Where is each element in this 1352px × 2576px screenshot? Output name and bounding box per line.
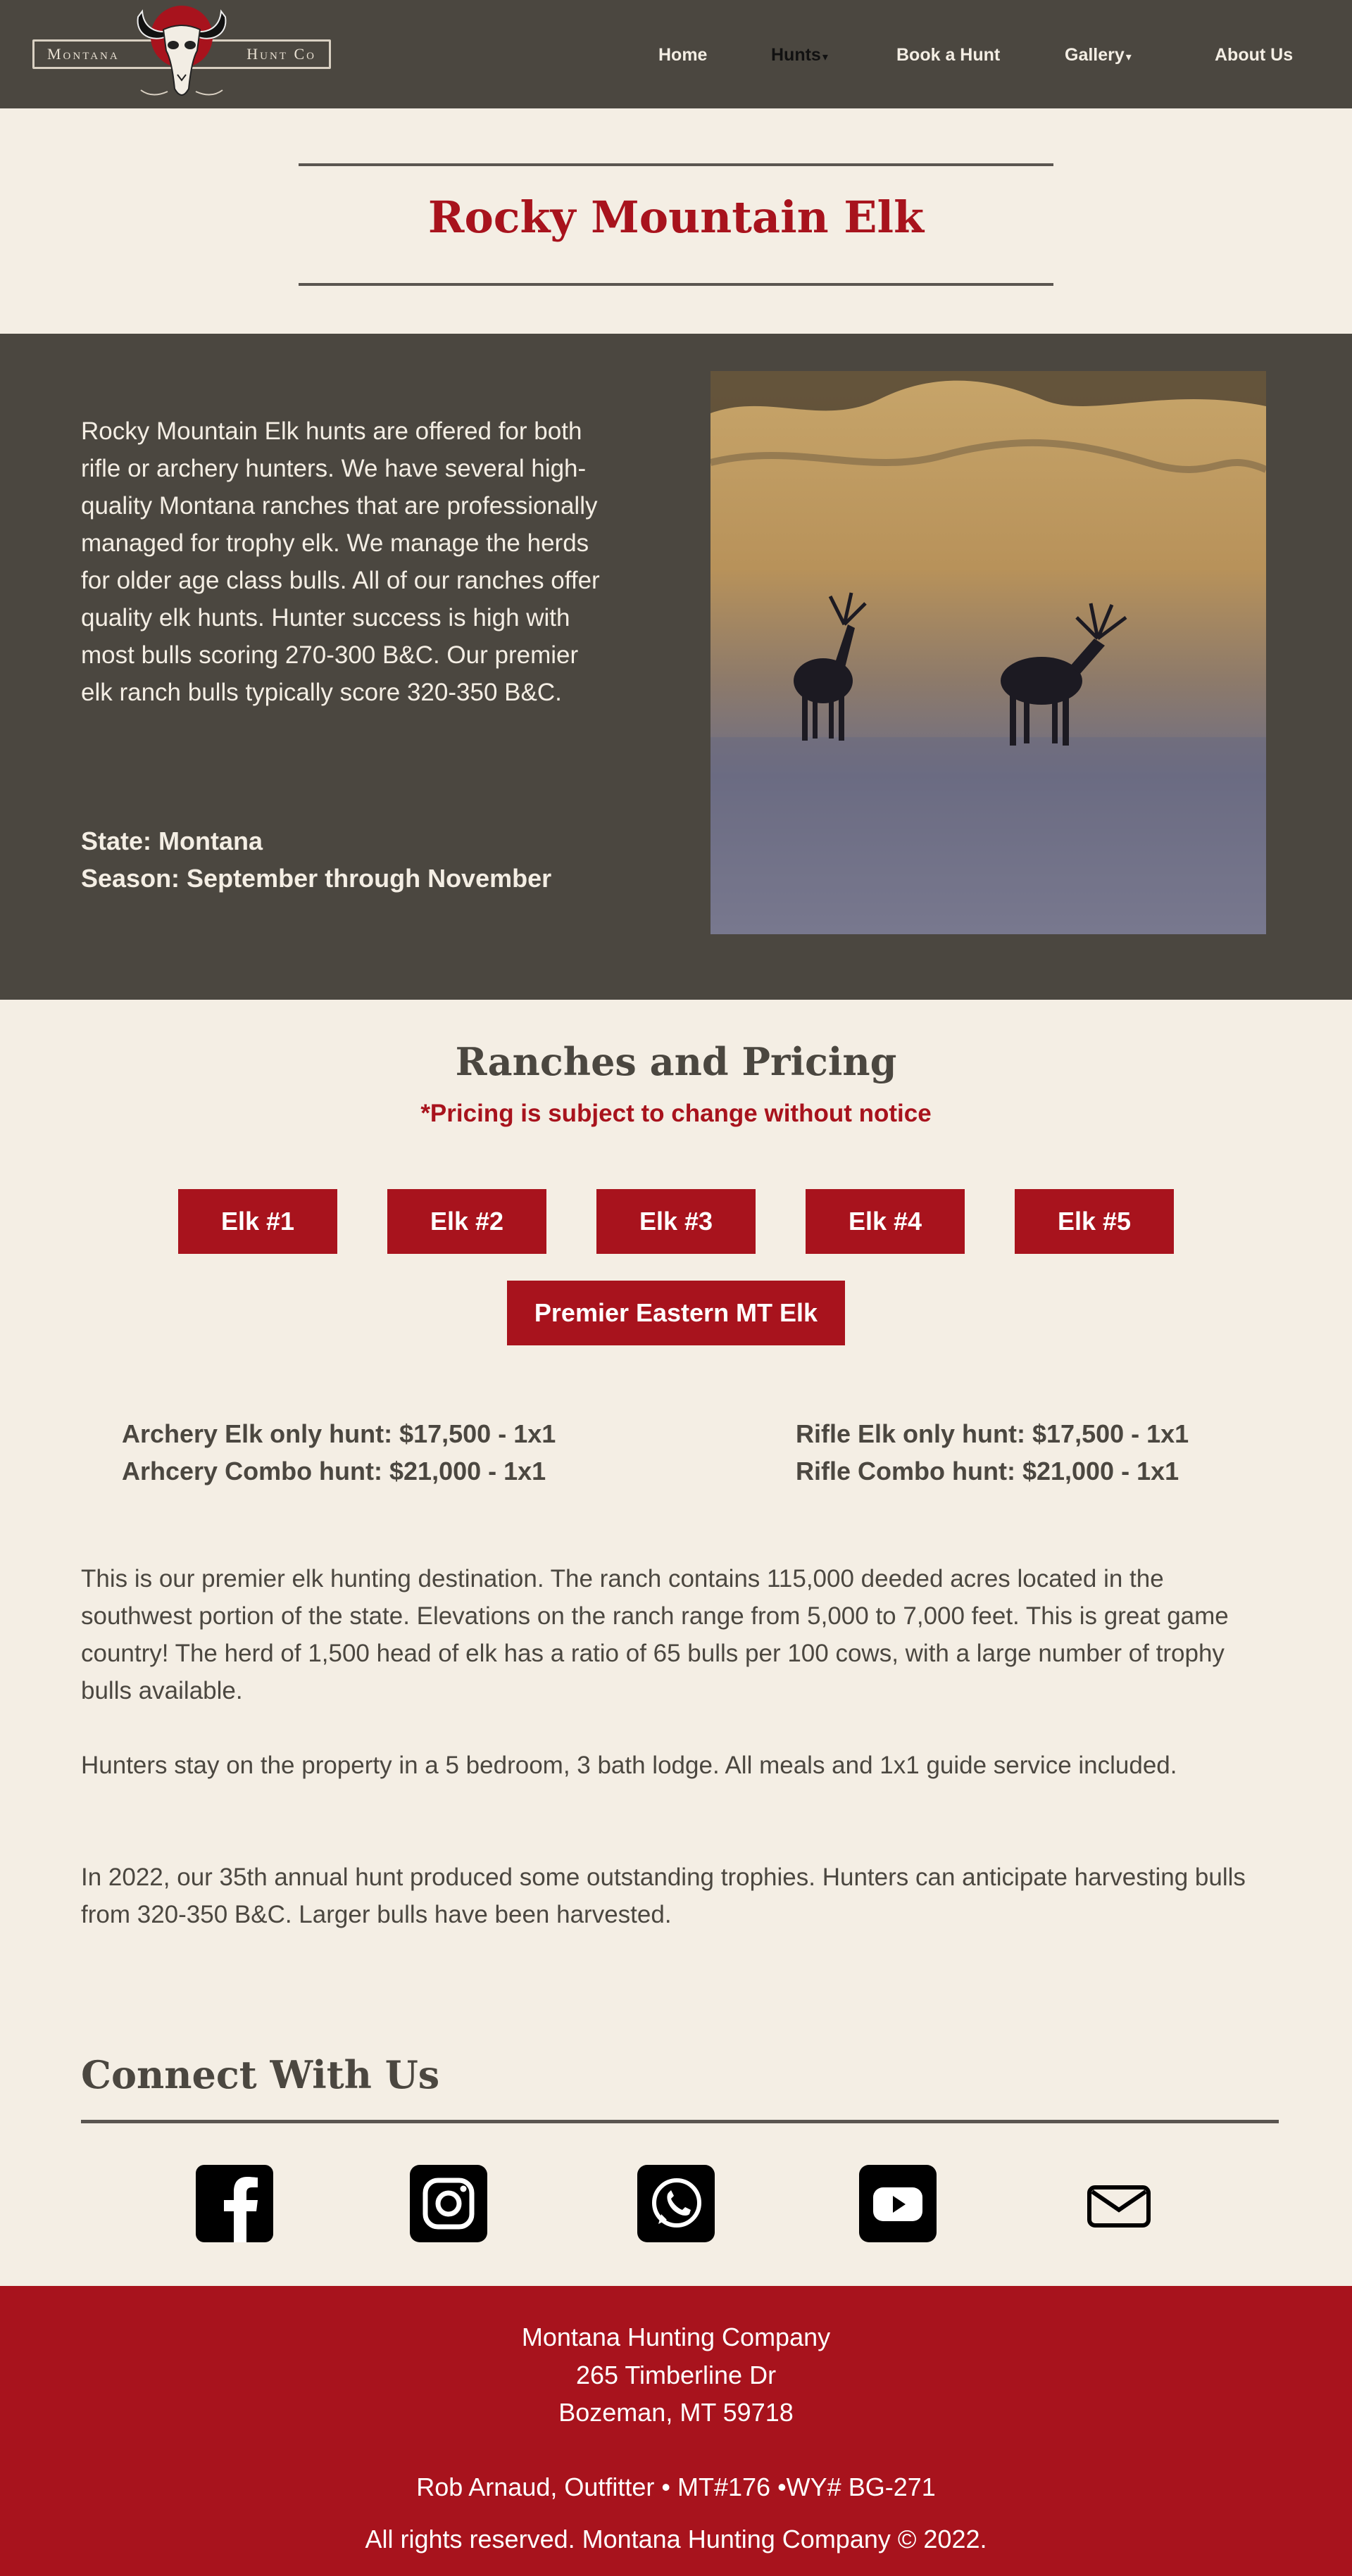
youtube-icon[interactable] xyxy=(859,2165,937,2242)
chevron-down-icon: ▾ xyxy=(1125,51,1132,63)
instagram-icon[interactable] xyxy=(410,2165,487,2242)
nav-book-a-hunt[interactable]: Book a Hunt xyxy=(896,45,1000,65)
nav-home-label: Home xyxy=(658,45,708,65)
intro-section: Rocky Mountain Elk hunts are offered for… xyxy=(0,334,1352,1000)
rifle-price-line: Rifle Elk only hunt: $17,500 - 1x1 xyxy=(796,1419,1189,1448)
title-band: Rocky Mountain Elk xyxy=(0,108,1352,334)
nav-about-us[interactable]: About Us xyxy=(1215,45,1293,65)
archery-price-line: Arhcery Combo hunt: $21,000 - 1x1 xyxy=(122,1457,546,1485)
pricing-note: *Pricing is subject to change without no… xyxy=(420,1100,932,1127)
elk-photo-image xyxy=(711,371,1266,934)
archery-price-line: Archery Elk only hunt: $17,500 - 1x1 xyxy=(122,1419,556,1448)
nav-gallery-label: Gallery xyxy=(1065,45,1125,65)
connect-title: Connect With Us xyxy=(81,2052,440,2097)
tab-elk-2[interactable]: Elk #2 xyxy=(387,1189,546,1254)
facebook-icon[interactable] xyxy=(196,2165,273,2242)
ranch-lodging: Hunters stay on the property in a 5 bedr… xyxy=(81,1752,1177,1779)
footer-rights: All rights reserved. Montana Hunting Com… xyxy=(365,2525,987,2553)
tab-premier-eastern-mt-elk[interactable]: Premier Eastern MT Elk xyxy=(507,1281,845,1345)
email-icon[interactable] xyxy=(1079,2165,1157,2242)
nav-about-label: About Us xyxy=(1215,45,1294,65)
page-title: Rocky Mountain Elk xyxy=(427,191,925,243)
footer-city: Bozeman, MT 59718 xyxy=(558,2398,794,2427)
chevron-down-icon: ▾ xyxy=(822,51,828,63)
tab-elk-3[interactable]: Elk #3 xyxy=(596,1189,756,1254)
elk-photo xyxy=(711,371,1266,934)
connect-rule xyxy=(81,2120,1279,2123)
hunt-state: State: Montana xyxy=(81,827,263,855)
footer-street: 265 Timberline Dr xyxy=(575,2361,777,2389)
nav-hunts-label: Hunts xyxy=(771,45,821,65)
ranches-title: Ranches and Pricing xyxy=(455,1039,897,1084)
nav-home[interactable]: Home xyxy=(658,45,707,65)
whatsapp-icon[interactable] xyxy=(637,2165,715,2242)
site-header: Montana Hunt Co Home Hunts ▾ Book a Hunt … xyxy=(0,0,1352,108)
ranch-description: This is our premier elk hunting destinat… xyxy=(81,1565,1229,1704)
nav-gallery[interactable]: Gallery ▾ xyxy=(1065,45,1132,65)
nav-book-label: Book a Hunt xyxy=(896,45,1001,65)
title-rule-bottom xyxy=(299,283,1053,286)
main-nav: Home Hunts ▾ Book a Hunt Gallery ▾ About U… xyxy=(0,0,1352,108)
tab-elk-5[interactable]: Elk #5 xyxy=(1015,1189,1174,1254)
tab-elk-4[interactable]: Elk #4 xyxy=(806,1189,965,1254)
intro-text: Rocky Mountain Elk hunts are offered for… xyxy=(81,417,600,706)
rifle-price-line: Rifle Combo hunt: $21,000 - 1x1 xyxy=(796,1457,1179,1485)
ranch-trophies: In 2022, our 35th annual hunt produced s… xyxy=(81,1864,1246,1928)
hunt-meta: State: Montana Season: September through… xyxy=(81,822,644,897)
title-rule-top xyxy=(299,163,1053,166)
nav-hunts[interactable]: Hunts ▾ xyxy=(771,45,828,65)
archery-pricing: Archery Elk only hunt: $17,500 - 1x1 Arh… xyxy=(122,1415,556,1490)
rifle-pricing: Rifle Elk only hunt: $17,500 - 1x1 Rifle… xyxy=(796,1415,1189,1490)
site-footer: Montana Hunting Company 265 Timberline D… xyxy=(0,2286,1352,2576)
tab-elk-1[interactable]: Elk #1 xyxy=(178,1189,337,1254)
footer-outfitter: Rob Arnaud, Outfitter • MT#176 •WY# BG-2… xyxy=(416,2473,936,2501)
hunt-season: Season: September through November xyxy=(81,864,552,893)
footer-company: Montana Hunting Company xyxy=(521,2323,831,2351)
